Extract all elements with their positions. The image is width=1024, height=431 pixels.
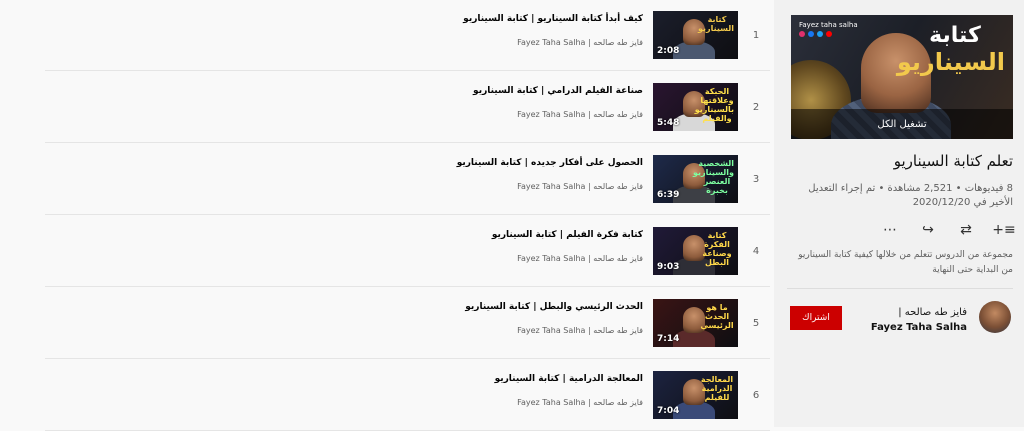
sidebar-divider <box>787 288 1013 289</box>
thumbnail-brand: Fayez taha salha <box>799 21 858 29</box>
playlist-stats: 8 فيديوهات • 2,521 مشاهدة • تم إجراء الت… <box>808 183 1013 208</box>
video-index: 6 <box>752 390 760 401</box>
row-divider <box>45 358 770 359</box>
row-divider <box>45 286 770 287</box>
playlist-thumbnail[interactable]: Fayez taha salha كتابة السيناريو تشغيل ا… <box>791 15 1013 139</box>
thumbnail-caption: كتابة الفكرة وصناعة البطل <box>702 231 732 267</box>
video-duration: 6:39 <box>657 190 680 200</box>
video-title[interactable]: كتابة فكرة الفيلم | كتابة السيناريو <box>83 230 643 240</box>
add-to-queue-icon[interactable]: ≡+ <box>992 221 1015 239</box>
video-index: 2 <box>752 102 760 113</box>
video-duration: 9:03 <box>657 262 680 272</box>
playlist-sidebar: Fayez taha salha كتابة السيناريو تشغيل ا… <box>774 0 1024 427</box>
facebook-icon <box>808 31 814 37</box>
video-channel[interactable]: فايز طه صالحه | Fayez Taha Salha <box>83 38 643 47</box>
row-divider <box>45 70 770 71</box>
video-row[interactable]: 4 كتابة الفكرة وصناعة البطل 9:03 كتابة ف… <box>45 216 773 287</box>
video-thumbnail[interactable]: ما هو الحدث الرئيسي 7:14 <box>653 299 738 347</box>
play-all-overlay[interactable]: تشغيل الكل <box>791 109 1013 139</box>
video-channel[interactable]: فايز طه صالحه | Fayez Taha Salha <box>83 254 643 263</box>
video-duration: 5:48 <box>657 118 680 128</box>
video-row[interactable]: 2 الحبكة وعلاقتها بالسيناريو والفيلم 5:4… <box>45 72 773 143</box>
channel-name-latin[interactable]: Fayez Taha Salha <box>871 322 967 333</box>
more-icon[interactable]: ⋯ <box>881 221 899 239</box>
video-channel[interactable]: فايز طه صالحه | Fayez Taha Salha <box>83 110 643 119</box>
video-title[interactable]: كيف أبدأ كتابة السيناريو | كتابة السينار… <box>83 14 643 24</box>
video-thumbnail[interactable]: كتابة السيناريو 2:08 <box>653 11 738 59</box>
video-index: 5 <box>752 318 760 329</box>
social-icons <box>799 31 832 37</box>
video-row[interactable]: 1 كتابة السيناريو 2:08 كيف أبدأ كتابة ال… <box>45 0 773 71</box>
video-thumbnail[interactable]: كتابة الفكرة وصناعة البطل 9:03 <box>653 227 738 275</box>
row-divider <box>45 142 770 143</box>
instagram-icon <box>799 31 805 37</box>
video-duration: 7:14 <box>657 334 680 344</box>
playlist-actions: ≡+ ⇄ ↪ ⋯ <box>787 220 1016 240</box>
thumbnail-caption: الحبكة وعلاقتها بالسيناريو والفيلم <box>694 87 734 123</box>
video-row[interactable]: 5 ما هو الحدث الرئيسي 7:14 الحدث الرئيسي… <box>45 288 773 359</box>
row-divider <box>45 214 770 215</box>
video-duration: 7:04 <box>657 406 680 416</box>
play-all-label[interactable]: تشغيل الكل <box>877 119 926 130</box>
video-index: 3 <box>752 174 760 185</box>
video-thumbnail[interactable]: الحبكة وعلاقتها بالسيناريو والفيلم 5:48 <box>653 83 738 131</box>
video-index: 1 <box>752 30 760 41</box>
video-channel[interactable]: فايز طه صالحه | Fayez Taha Salha <box>83 326 643 335</box>
thumbnail-title-line1: كتابة <box>929 23 981 48</box>
video-thumbnail[interactable]: المعالجة الدرامية للفيلم 7:04 <box>653 371 738 419</box>
video-channel[interactable]: فايز طه صالحه | Fayez Taha Salha <box>83 398 643 407</box>
thumbnail-title-line2: السيناريو <box>896 48 1005 76</box>
share-icon[interactable]: ↪ <box>919 221 937 239</box>
video-duration: 2:08 <box>657 46 680 56</box>
video-title[interactable]: الحدث الرئيسي والبطل | كتابة السيناريو <box>83 302 643 312</box>
shuffle-icon[interactable]: ⇄ <box>957 221 975 239</box>
youtube-icon <box>826 31 832 37</box>
playlist-description: مجموعة من الدروس تتعلم من خلالها كيفية ك… <box>798 250 1013 275</box>
video-channel[interactable]: فايز طه صالحه | Fayez Taha Salha <box>83 182 643 191</box>
thumbnail-caption: المعالجة الدرامية للفيلم <box>700 375 734 402</box>
video-title[interactable]: الحصول على أفكار جديده | كتابة السيناريو <box>83 158 643 168</box>
subscribe-button[interactable]: اشتراك <box>790 306 842 330</box>
thumbnail-title: كتابة السيناريو <box>896 23 1005 76</box>
twitter-icon <box>817 31 823 37</box>
playlist-title[interactable]: تعلم كتابة السيناريو <box>787 152 1013 170</box>
video-index: 4 <box>752 246 760 257</box>
thumbnail-caption: الشخصية والسيناريو العنصر بخبرة <box>692 159 734 195</box>
channel-name-arabic[interactable]: فايز طه صالحه | <box>898 307 967 318</box>
channel-avatar[interactable] <box>979 301 1011 333</box>
video-title[interactable]: المعالجة الدرامية | كتابة السيناريو <box>83 374 643 384</box>
video-title[interactable]: صناعة الفيلم الدرامي | كتابة السيناريو <box>83 86 643 96</box>
video-thumbnail[interactable]: الشخصية والسيناريو العنصر بخبرة 6:39 <box>653 155 738 203</box>
thumbnail-caption: ما هو الحدث الرئيسي <box>700 303 734 330</box>
channel-name[interactable]: فايز طه صالحه | Fayez Taha Salha <box>867 305 967 335</box>
video-row[interactable]: 6 المعالجة الدرامية للفيلم 7:04 المعالجة… <box>45 360 773 431</box>
thumbnail-caption: كتابة السيناريو <box>697 15 734 33</box>
video-row[interactable]: 3 الشخصية والسيناريو العنصر بخبرة 6:39 ا… <box>45 144 773 215</box>
